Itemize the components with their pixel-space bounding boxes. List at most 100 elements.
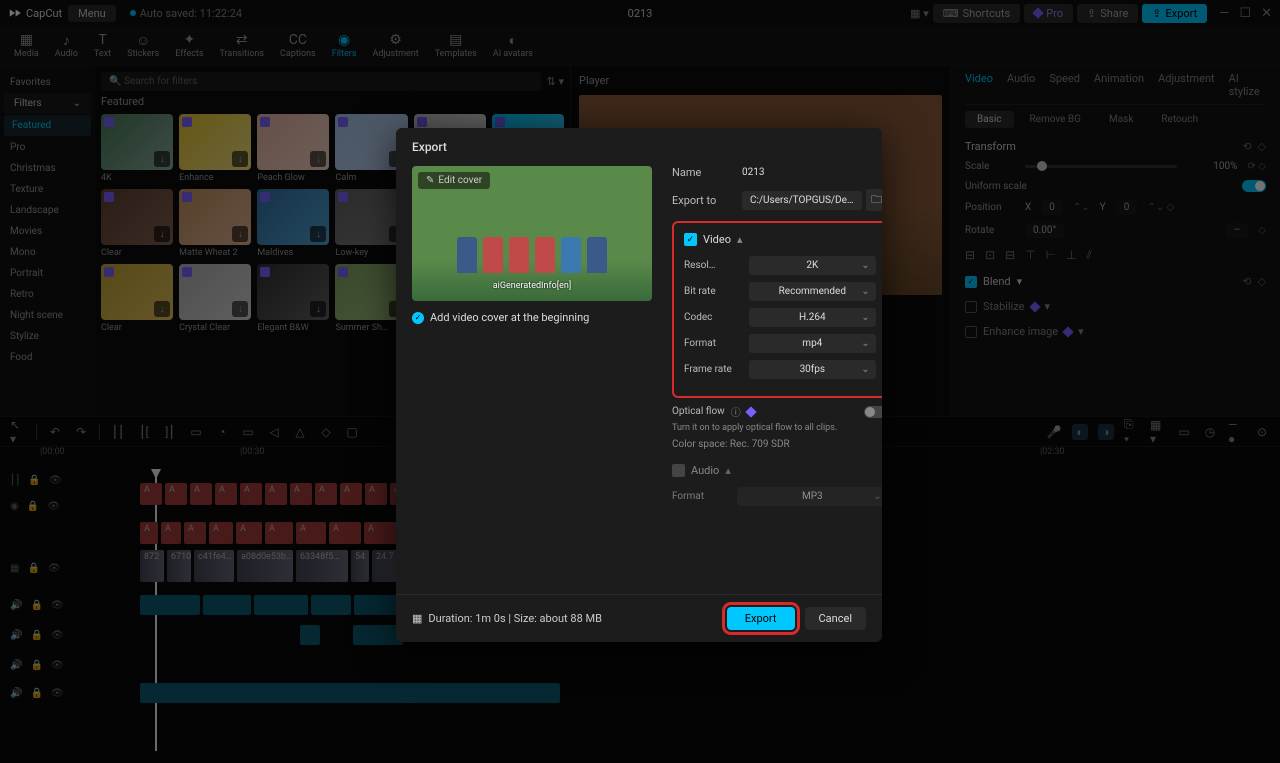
tab-ai avatars[interactable]: ◐AI avatars <box>485 32 541 59</box>
filter-clip[interactable]: A <box>290 483 312 505</box>
tab-text[interactable]: TText <box>86 32 119 59</box>
tab-media[interactable]: ▦Media <box>6 32 47 59</box>
sidebar-favorites[interactable]: Favorites <box>0 72 95 93</box>
props-subtab-basic[interactable]: Basic <box>965 111 1014 128</box>
filter-clip[interactable]: A <box>340 483 362 505</box>
uniform-scale-toggle[interactable] <box>1242 180 1266 192</box>
video-clip[interactable]: 6710 <box>167 550 191 582</box>
sidebar-item-mono[interactable]: Mono <box>0 242 95 263</box>
linkage-icon[interactable]: ◑ <box>1098 424 1114 440</box>
tab-captions[interactable]: CCCaptions <box>272 32 324 59</box>
video-section-toggle[interactable]: ✓Video ▴ <box>684 233 876 246</box>
export-cancel-button[interactable]: Cancel <box>805 607 866 630</box>
sidebar-item-landscape[interactable]: Landscape <box>0 200 95 221</box>
tab-templates[interactable]: ▤Templates <box>427 32 485 59</box>
select-tool-icon[interactable]: ↖ ▾ <box>10 424 26 440</box>
sidebar-item-stylize[interactable]: Stylize <box>0 326 95 347</box>
search-input[interactable]: 🔍 Search for filters <box>101 72 541 91</box>
trim-left-icon[interactable]: ⎮[ <box>136 424 152 440</box>
rotate-input[interactable]: 0.00° <box>1025 223 1064 238</box>
sidebar-filters-header[interactable]: Filters⌄ <box>4 93 91 114</box>
shortcuts-button[interactable]: ⌨ Shortcuts <box>933 4 1020 23</box>
props-subtab-remove-bg[interactable]: Remove BG <box>1018 111 1093 128</box>
filter-clip[interactable]: A <box>140 483 162 505</box>
reverse-icon[interactable]: ◁ <box>266 424 282 440</box>
layout-icon[interactable]: ▦ ▾ <box>910 7 929 20</box>
filter-clip[interactable]: A <box>240 483 262 505</box>
minimize-icon[interactable]: — <box>1219 6 1229 21</box>
video-clip[interactable]: 872 <box>140 550 164 582</box>
crop-icon[interactable]: ◇ <box>318 424 334 440</box>
tab-filters[interactable]: ◉Filters <box>324 32 365 59</box>
tab-adjustment[interactable]: ⚙Adjustment <box>364 32 426 59</box>
filter-clip[interactable]: A <box>315 483 337 505</box>
align-left-icon[interactable]: ⊟ <box>965 248 975 263</box>
redo-icon[interactable]: ↷ <box>73 424 89 440</box>
link-icon[interactable]: ⎘ ▾ <box>1124 424 1140 440</box>
props-tab-video[interactable]: Video <box>965 72 993 98</box>
rotate-icon[interactable]: ▢ <box>344 424 360 440</box>
audio-section-toggle[interactable]: Audio ▴ <box>672 464 882 477</box>
filter-clip[interactable]: A <box>296 522 326 544</box>
filter-clip[interactable]: A <box>190 483 212 505</box>
filter-card[interactable]: Clear <box>101 189 173 258</box>
mirror-icon[interactable]: △ <box>292 424 308 440</box>
align-right-icon[interactable]: ⊟ <box>1005 248 1015 263</box>
filter-card[interactable]: 4K <box>101 114 173 183</box>
name-value[interactable]: 0213 <box>742 167 882 178</box>
sidebar-item-food[interactable]: Food <box>0 347 95 368</box>
filter-clip[interactable]: A <box>265 483 287 505</box>
filter-clip[interactable]: A <box>161 522 181 544</box>
props-subtab-retouch[interactable]: Retouch <box>1149 111 1210 128</box>
filter-clip[interactable]: A <box>236 522 262 544</box>
sidebar-item-portrait[interactable]: Portrait <box>0 263 95 284</box>
format-dropdown[interactable]: mp4 <box>749 334 876 353</box>
sidebar-item-retro[interactable]: Retro <box>0 284 95 305</box>
export-path-input[interactable]: C:/Users/TOPGUS/De… <box>742 191 862 210</box>
sidebar-item-texture[interactable]: Texture <box>0 179 95 200</box>
align-center-icon[interactable]: ⊡ <box>985 248 995 263</box>
maximize-icon[interactable]: ☐ <box>1239 6 1251 21</box>
marker-icon[interactable]: ◔ <box>214 424 230 440</box>
timer-icon[interactable]: ◷ <box>1202 424 1218 440</box>
sort-icon[interactable]: ⇅ ▾ <box>547 75 564 88</box>
tab-effects[interactable]: ✦Effects <box>167 32 211 59</box>
export-confirm-button[interactable]: Export <box>727 607 795 630</box>
filter-clip[interactable]: A <box>365 483 387 505</box>
filter-card[interactable]: Maldives <box>257 189 329 258</box>
sidebar-item-christmas[interactable]: Christmas <box>0 158 95 179</box>
filter-card[interactable]: Crystal Clear <box>179 264 251 333</box>
filter-clip[interactable]: A <box>265 522 293 544</box>
align-middle-icon[interactable]: ⊢ <box>1046 248 1056 263</box>
reset-icon[interactable]: ⟲ <box>1242 140 1251 153</box>
filter-clip[interactable]: A <box>364 522 398 544</box>
video-clip[interactable]: 54 <box>351 550 369 582</box>
codec-dropdown[interactable]: H.264 <box>749 308 876 327</box>
bitrate-dropdown[interactable]: Recommended <box>749 282 876 301</box>
magnet-icon[interactable]: ◐ <box>1072 424 1088 440</box>
video-clip[interactable]: c41fe4… <box>194 550 234 582</box>
align-top-icon[interactable]: ⊤ <box>1025 248 1035 263</box>
scale-slider[interactable] <box>1025 165 1177 168</box>
filter-card[interactable]: Matte Wheat 2 <box>179 189 251 258</box>
filter-card[interactable]: Clear <box>101 264 173 333</box>
sidebar-item-night-scene[interactable]: Night scene <box>0 305 95 326</box>
tab-stickers[interactable]: ☺Stickers <box>119 32 167 59</box>
keyframe-icon[interactable]: ◇ <box>1258 140 1266 153</box>
sidebar-item-pro[interactable]: Pro <box>0 137 95 158</box>
cover-icon[interactable]: ▭ <box>1176 424 1192 440</box>
props-subtab-mask[interactable]: Mask <box>1097 111 1145 128</box>
filter-clip[interactable]: A <box>209 522 233 544</box>
position-y-input[interactable]: 0 <box>1116 200 1138 215</box>
filter-clip[interactable]: A <box>165 483 187 505</box>
framerate-dropdown[interactable]: 30fps <box>749 360 876 379</box>
align-distribute-icon[interactable]: ⫽ <box>1087 248 1092 263</box>
export-button-header[interactable]: ⇪ Export <box>1142 4 1207 23</box>
preview-icon[interactable]: ▦ ▾ <box>1150 424 1166 440</box>
video-clip[interactable]: a08d0e53b… <box>237 550 293 582</box>
props-tab-speed[interactable]: Speed <box>1049 72 1080 98</box>
resolution-dropdown[interactable]: 2K <box>749 256 876 275</box>
split-icon[interactable]: ⎮⎮ <box>110 424 126 440</box>
delete-icon[interactable]: ▭ <box>188 424 204 440</box>
filter-card[interactable]: Elegant B&W <box>257 264 329 333</box>
